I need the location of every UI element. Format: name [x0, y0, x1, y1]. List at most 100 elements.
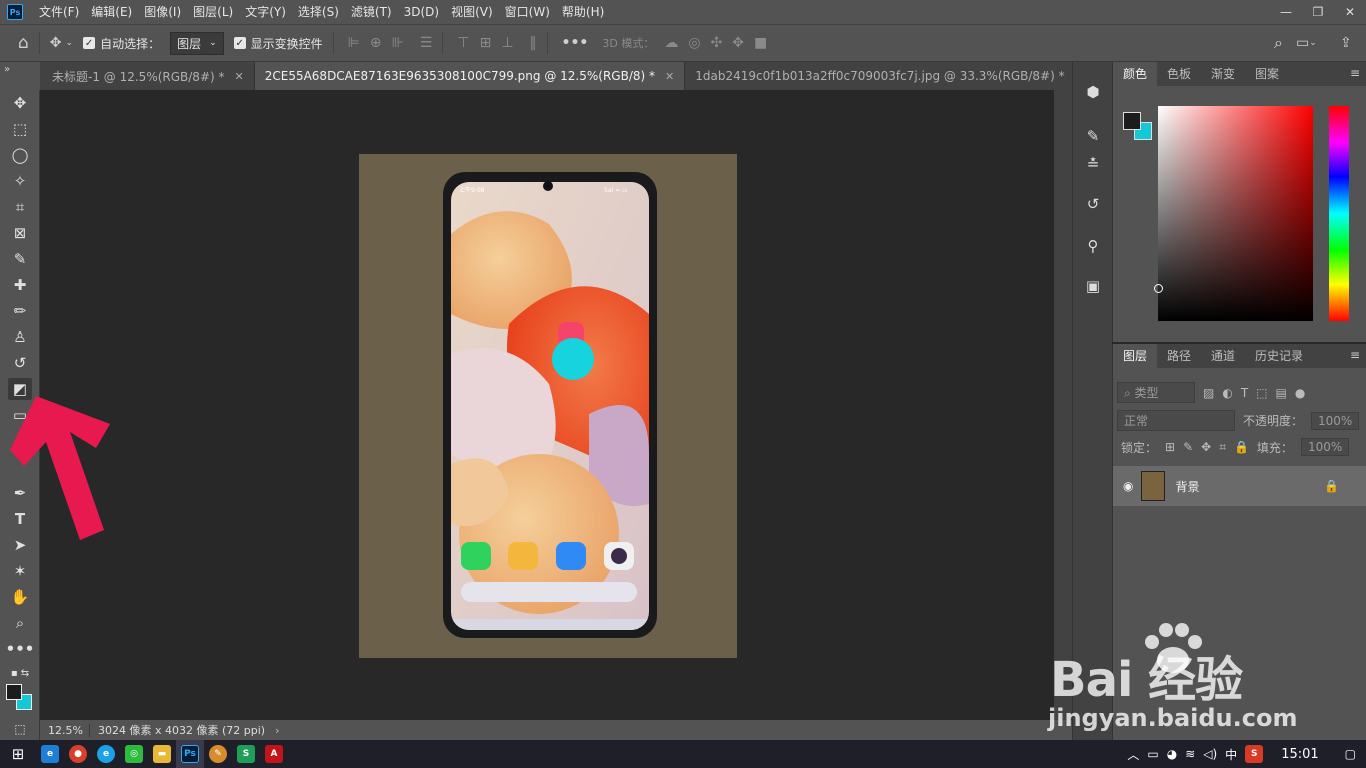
learn-icon[interactable]: ⚲	[1081, 234, 1105, 258]
auto-select-checkbox[interactable]: ✓ 自动选择：	[83, 35, 160, 52]
workspace-icon[interactable]: ▭ ⌄	[1296, 35, 1317, 51]
distribute-icon[interactable]: ☰	[420, 35, 433, 51]
layer-row[interactable]: ◉ 背景 🔒	[1113, 466, 1366, 506]
tab-layers[interactable]: 图层	[1113, 344, 1158, 368]
history-icon[interactable]: ↺	[1081, 192, 1105, 216]
lock-all-icon[interactable]: 🔒	[1234, 440, 1249, 454]
volume-icon[interactable]: ◁)	[1203, 747, 1217, 761]
clock[interactable]: 15:01	[1281, 747, 1318, 762]
fill-input[interactable]: 100%	[1300, 438, 1350, 456]
menu-edit[interactable]: 编辑(E)	[85, 0, 138, 24]
tab-history[interactable]: 历史记录	[1245, 344, 1313, 368]
move-tool-icon[interactable]: ✥ ⌄	[50, 35, 73, 51]
crop-tool-icon[interactable]: ⌗	[8, 196, 32, 218]
roll-3d-icon[interactable]: ◎	[688, 35, 700, 51]
tab-channels[interactable]: 通道	[1201, 344, 1245, 368]
lock-artboard-icon[interactable]: ⌗	[1219, 440, 1226, 455]
lock-pixels-icon[interactable]: ⊞	[1165, 440, 1175, 454]
tab-document-3[interactable]: 1dab2419c0f1b013a2ff0c709003fc7j.jpg @ 3…	[685, 62, 1095, 90]
healing-brush-tool-icon[interactable]: ✚	[8, 274, 32, 296]
wifi-icon[interactable]: ≋	[1185, 747, 1195, 761]
search-icon[interactable]: ⌕	[1274, 33, 1283, 53]
align-left-icon[interactable]: ⊫	[348, 35, 360, 51]
tab-gradients[interactable]: 渐变	[1201, 62, 1245, 86]
close-icon[interactable]: ✕	[235, 70, 244, 83]
adjustment-filter-icon[interactable]: ◐	[1222, 386, 1232, 400]
foreground-swatch[interactable]	[1123, 112, 1141, 130]
close-icon[interactable]: ✕	[665, 70, 674, 83]
distribute-vertical-icon[interactable]: ‖	[530, 35, 537, 51]
menu-help[interactable]: 帮助(H)	[556, 0, 610, 24]
paint-icon[interactable]: ✎	[204, 740, 232, 768]
menu-select[interactable]: 选择(S)	[292, 0, 345, 24]
menu-filter[interactable]: 滤镜(T)	[345, 0, 398, 24]
chevron-up-icon[interactable]: ︿	[1127, 746, 1139, 763]
ime-indicator[interactable]: 中	[1225, 746, 1237, 763]
marquee-tool-icon[interactable]: ⬚	[8, 118, 32, 140]
saturation-brightness-field[interactable]	[1158, 106, 1313, 321]
document-image[interactable]: 上午9:08 5al ≈ ▭	[359, 154, 737, 658]
sogou-icon[interactable]: S	[1245, 745, 1264, 763]
share-icon[interactable]: ⇪	[1340, 35, 1352, 51]
show-transform-checkbox[interactable]: ✓ 显示变换控件	[233, 35, 323, 52]
history-brush-tool-icon[interactable]: ↺	[8, 352, 32, 374]
align-right-icon[interactable]: ⊪	[392, 35, 404, 51]
menu-type[interactable]: 文字(Y)	[239, 0, 292, 24]
minimize-button[interactable]: —	[1270, 0, 1302, 24]
menu-file[interactable]: 文件(F)	[33, 0, 85, 24]
eye-icon[interactable]: ◉	[1123, 479, 1133, 493]
swap-colors-icon[interactable]: ▪ ⇆	[8, 662, 32, 684]
menu-image[interactable]: 图像(I)	[138, 0, 187, 24]
layer-filter-dropdown[interactable]: ⌕ 类型	[1117, 382, 1195, 403]
ie-browser-icon[interactable]: e	[36, 740, 64, 768]
tab-document-1[interactable]: 未标题-1 @ 12.5%(RGB/8#) * ✕	[40, 62, 255, 90]
libraries-icon[interactable]: ▣	[1081, 274, 1105, 298]
battery-icon[interactable]: ▭	[1147, 747, 1158, 761]
menu-view[interactable]: 视图(V)	[445, 0, 499, 24]
align-top-icon[interactable]: ⊤	[457, 35, 469, 51]
acrobat-icon[interactable]: A	[260, 740, 288, 768]
camera-3d-icon[interactable]: ■	[754, 35, 767, 51]
wechat-icon[interactable]: ◎	[120, 740, 148, 768]
menu-3d[interactable]: 3D(D)	[398, 0, 445, 24]
chrome-icon[interactable]: ●	[64, 740, 92, 768]
opacity-input[interactable]: 100%	[1311, 411, 1360, 430]
foreground-color-swatch[interactable]	[6, 684, 22, 700]
brush-settings-icon[interactable]: ✎	[1081, 124, 1105, 148]
hand-tool-icon[interactable]: ✋	[8, 586, 32, 608]
zoom-tool-icon[interactable]: ⌕	[8, 612, 32, 634]
brush-tool-icon[interactable]: ✏	[8, 300, 32, 322]
qq-icon[interactable]: ◕	[1167, 747, 1177, 761]
tab-document-2[interactable]: 2CE55A68DCAE87163E9635308100C799.png @ 1…	[254, 62, 686, 90]
lock-position-icon[interactable]: ✥	[1201, 440, 1211, 454]
3d-panel-icon[interactable]: ⬢	[1081, 80, 1105, 104]
shape-filter-icon[interactable]: ⬚	[1256, 386, 1267, 400]
stamp-tool-icon[interactable]: ♙	[8, 326, 32, 348]
edge-icon[interactable]: e	[92, 740, 120, 768]
vertical-scrollbar[interactable]	[1054, 90, 1072, 720]
menu-layer[interactable]: 图层(L)	[187, 0, 239, 24]
type-filter-icon[interactable]: T	[1241, 386, 1248, 400]
tab-patterns[interactable]: 图案	[1245, 62, 1289, 86]
tab-paths[interactable]: 路径	[1157, 344, 1201, 368]
restore-button[interactable]: ❐	[1302, 0, 1334, 24]
tab-swatches[interactable]: 色板	[1157, 62, 1201, 86]
file-explorer-icon[interactable]: ▬	[148, 740, 176, 768]
photoshop-taskbar-icon[interactable]: Ps	[176, 740, 204, 768]
shape-tool-icon[interactable]: ✶	[8, 560, 32, 582]
blend-mode-dropdown[interactable]: 正常	[1117, 410, 1235, 431]
home-icon[interactable]: ⌂	[18, 33, 29, 53]
panel-menu-icon[interactable]: ≡	[1350, 348, 1360, 362]
slide-3d-icon[interactable]: ✥	[732, 35, 744, 51]
adjustments-icon[interactable]: ≛	[1081, 152, 1105, 176]
align-bottom-icon[interactable]: ⊥	[501, 35, 513, 51]
eyedropper-tool-icon[interactable]: ✎	[8, 248, 32, 270]
magic-wand-tool-icon[interactable]: ✧	[8, 170, 32, 192]
close-button[interactable]: ✕	[1334, 0, 1366, 24]
windows-start-icon[interactable]: ⊞	[0, 740, 36, 768]
drag-3d-icon[interactable]: ✣	[711, 35, 723, 51]
smart-object-filter-icon[interactable]: ▤	[1276, 386, 1287, 400]
menu-window[interactable]: 窗口(W)	[499, 0, 556, 24]
layer-name[interactable]: 背景	[1175, 478, 1199, 495]
auto-select-dropdown[interactable]: 图层 ⌄	[170, 31, 224, 55]
